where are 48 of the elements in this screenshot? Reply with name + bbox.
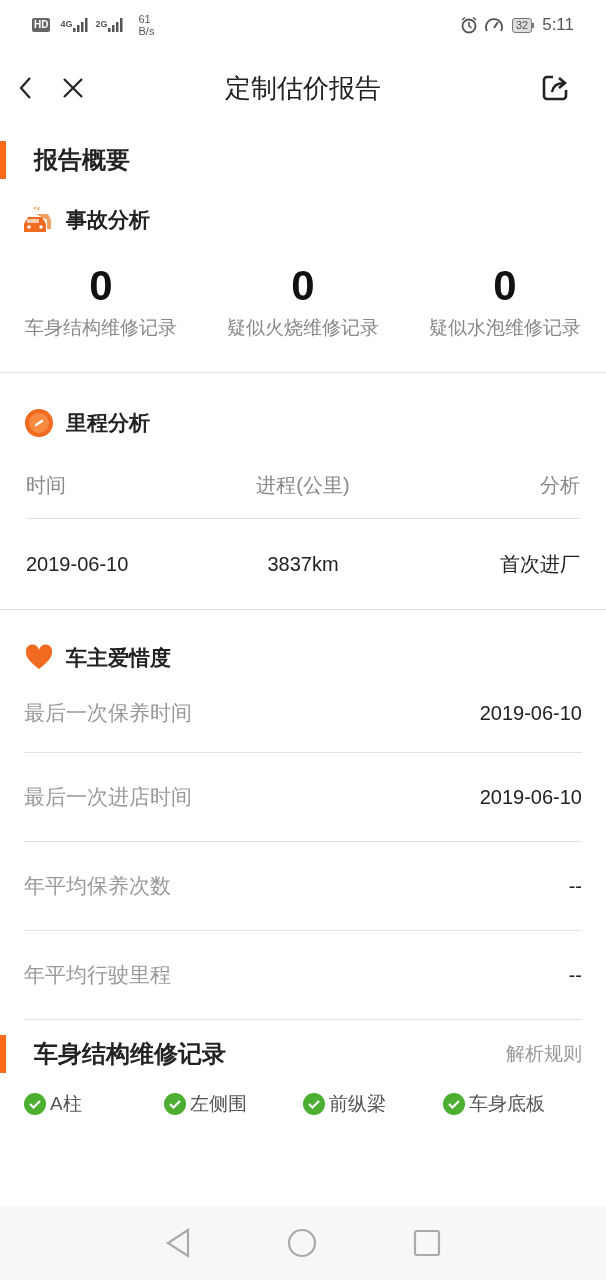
gauge-icon — [24, 407, 54, 438]
row-value: -- — [568, 874, 582, 899]
battery-level: 32 — [511, 17, 533, 33]
share-button[interactable] — [540, 73, 570, 103]
row-label: 年平均行驶里程 — [24, 962, 171, 989]
item-label: 左侧围 — [189, 1092, 247, 1116]
stat-label: 疑似水泡维修记录 — [429, 315, 581, 340]
row-value: 2019-06-10 — [479, 700, 582, 726]
stat-value: 0 — [291, 261, 315, 310]
network-label: 2G — [95, 18, 108, 32]
signal-icon — [108, 18, 125, 32]
section-title: 车身结构维修记录 — [34, 1039, 226, 1069]
speedometer-icon — [483, 16, 504, 34]
item-label: 前纵梁 — [329, 1092, 386, 1116]
item-label: A柱 — [50, 1092, 82, 1116]
row-label: 年平均保养次数 — [24, 873, 171, 900]
clock: 5:11 — [542, 14, 574, 37]
column-header: 进程(公里) — [255, 473, 351, 498]
stat-label: 疑似火烧维修记录 — [227, 315, 379, 340]
table-cell-text: 3837km — [266, 551, 340, 577]
row-value: 2019-06-10 — [479, 785, 582, 810]
subsection-title: 里程分析 — [66, 410, 150, 436]
car-icon — [24, 205, 54, 234]
rules-link[interactable]: 解析规则 — [506, 1039, 582, 1069]
stat-value: 0 — [493, 261, 517, 310]
speed-value: 61 — [138, 13, 152, 25]
hd-badge: HD — [32, 18, 51, 32]
alarm-icon — [459, 16, 478, 34]
subsection-title: 车主爱惜度 — [66, 644, 171, 671]
speed-unit: B/s — [138, 25, 155, 37]
row-label: 最后一次进店时间 — [24, 784, 192, 811]
accent-bar — [0, 141, 6, 179]
row-value: -- — [568, 963, 582, 988]
accent-bar — [0, 1035, 6, 1073]
table-cell-text: 2019-06-10 — [26, 551, 130, 577]
stat-value: 0 — [89, 261, 113, 310]
column-header: 时间 — [26, 473, 67, 498]
page-title: 定制估价报告 — [225, 71, 381, 105]
table-cell-text: 首次进厂 — [499, 551, 580, 577]
section-title: 报告概要 — [34, 145, 130, 175]
item-label: 车身底板 — [468, 1092, 545, 1116]
subsection-title: 事故分析 — [66, 207, 150, 233]
signal-icon — [73, 18, 90, 32]
heart-icon — [25, 644, 53, 671]
column-header: 分析 — [539, 473, 580, 498]
network-label: 4G — [60, 18, 73, 32]
stat-label: 车身结构维修记录 — [25, 315, 177, 340]
row-label: 最后一次保养时间 — [24, 699, 192, 726]
